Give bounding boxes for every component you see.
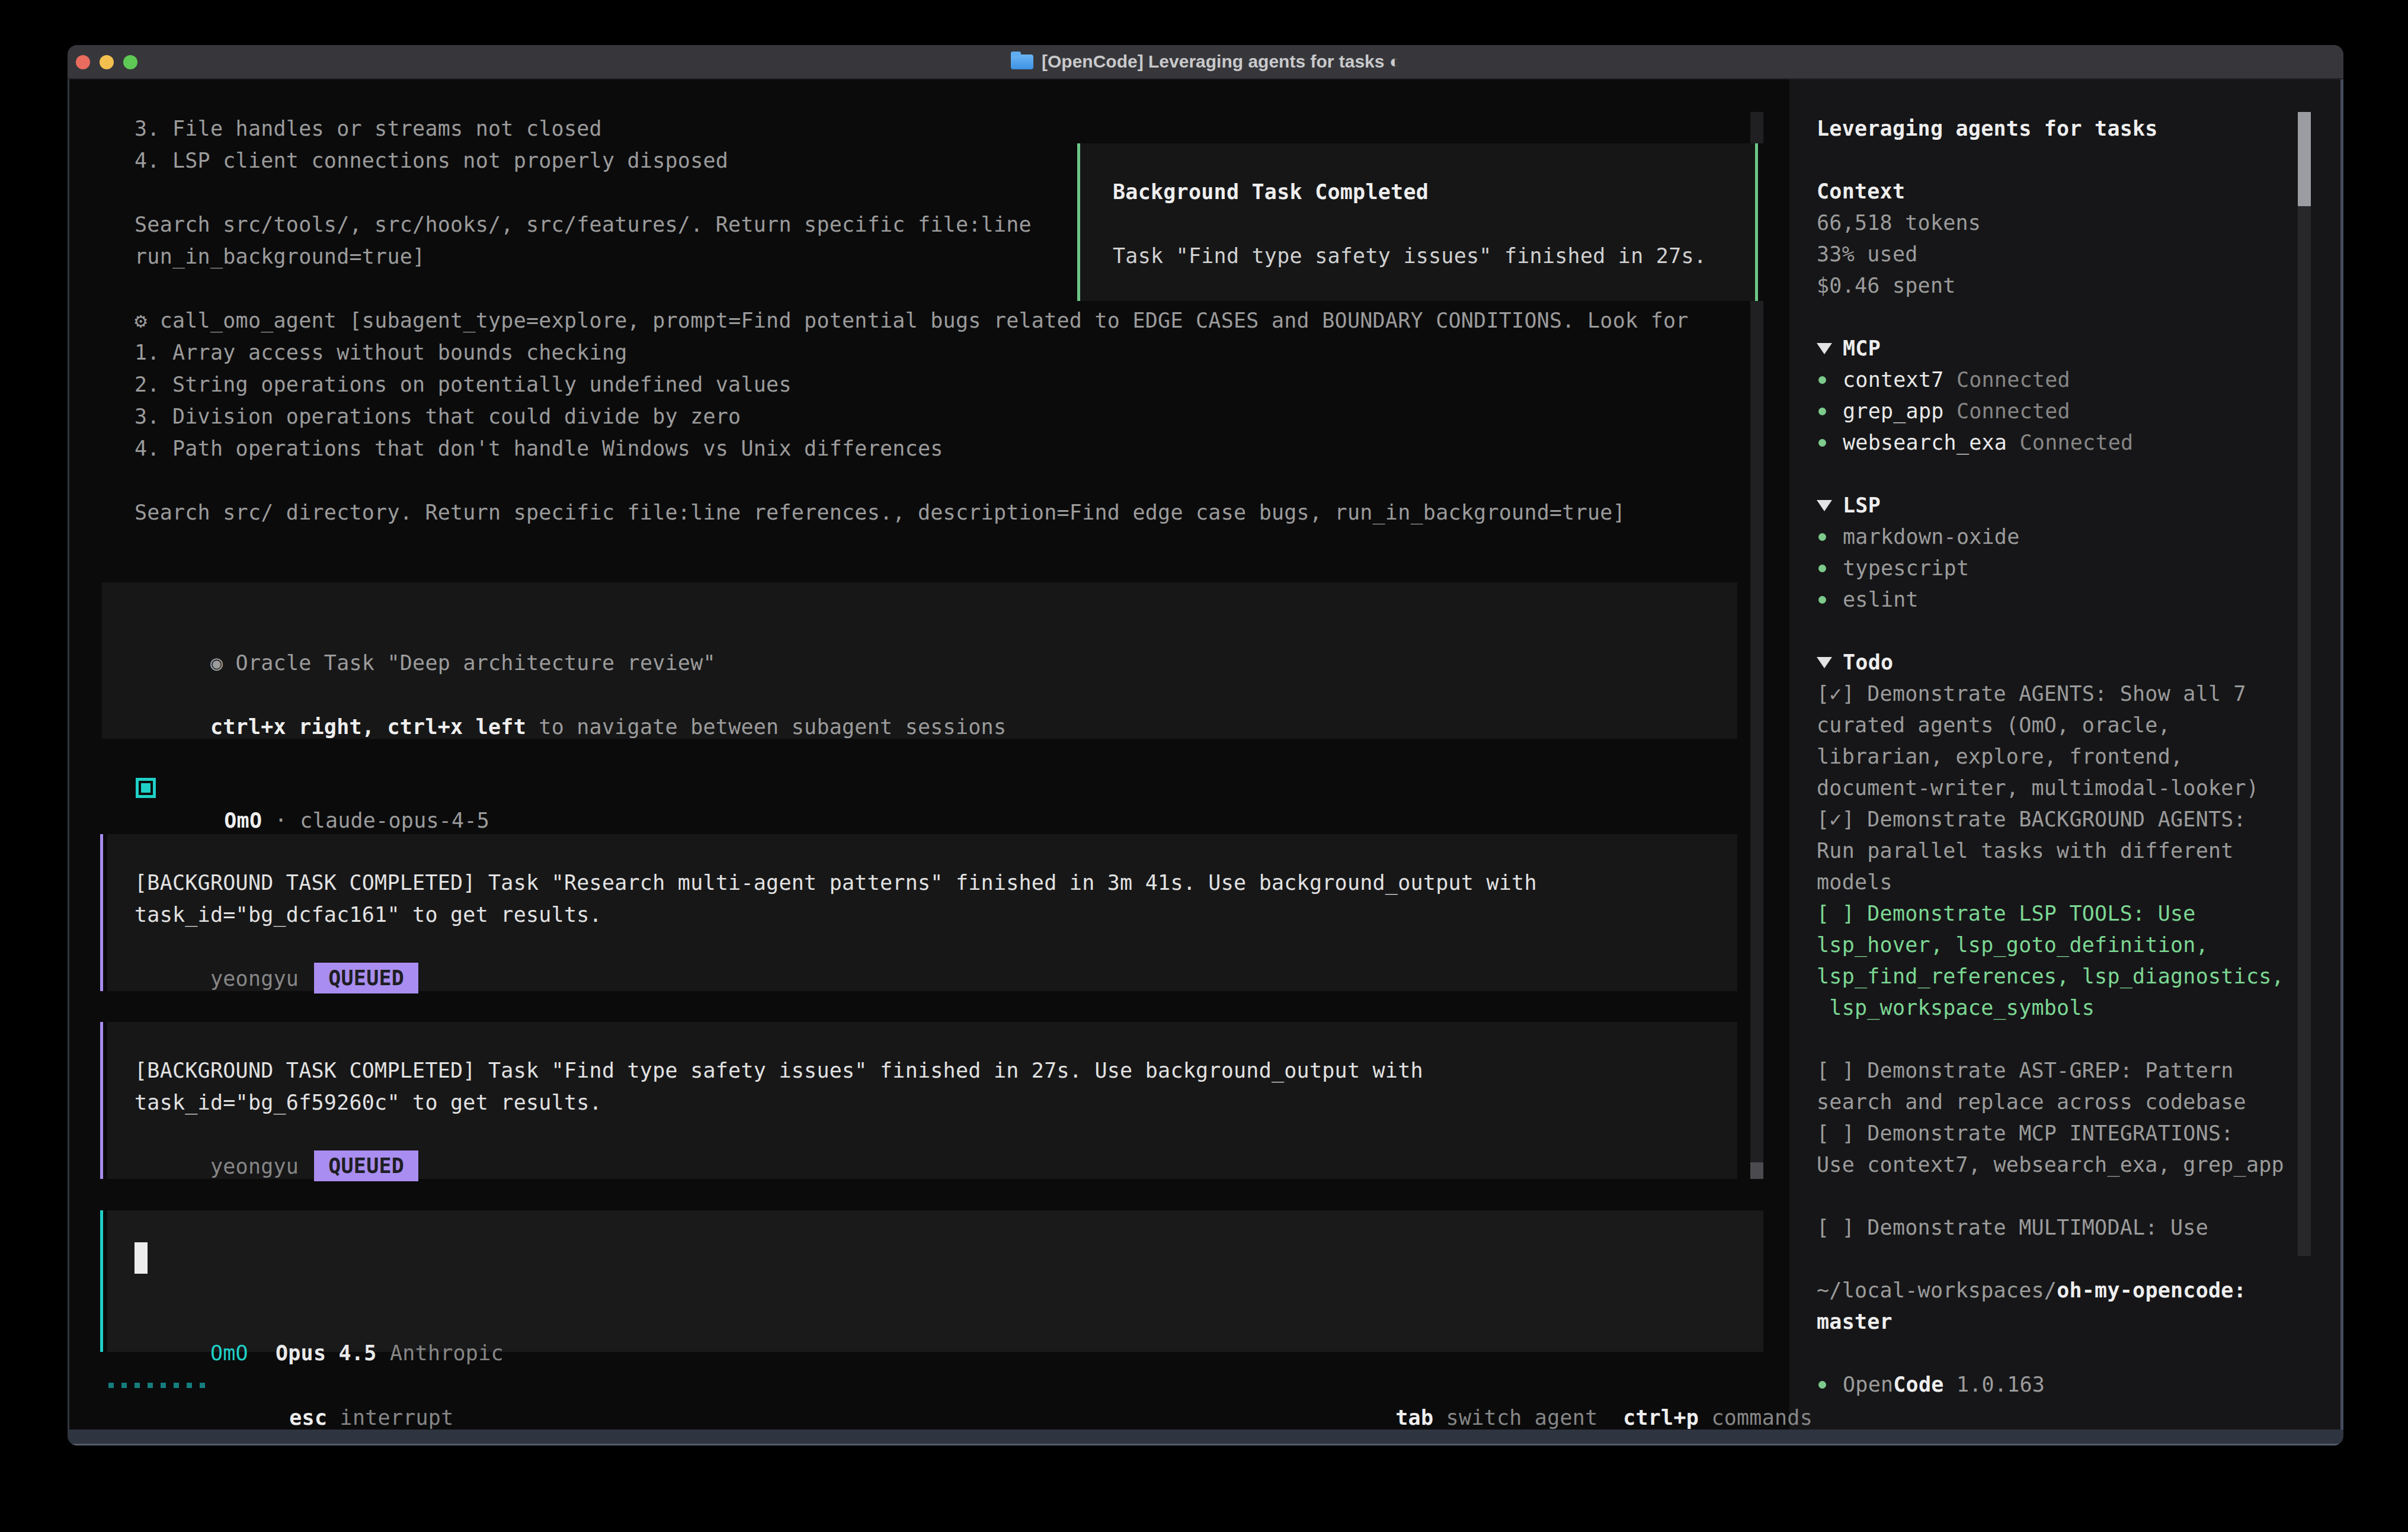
notification-toast[interactable]: Background Task Completed Task "Find typ… bbox=[1077, 143, 1758, 301]
title-bar: [OpenCode] Leveraging agents for tasks ◐ bbox=[68, 45, 2343, 79]
sidebar-row: eslint bbox=[1817, 584, 1919, 616]
sidebar-row: grep_app Connected bbox=[1817, 396, 2070, 427]
sidebar-row: search and replace across codebase bbox=[1817, 1086, 2246, 1118]
window-bottom-bar bbox=[68, 1430, 2343, 1444]
log-line: Search src/ directory. Return specific f… bbox=[135, 496, 1625, 528]
gear-icon: ⚙ bbox=[135, 309, 160, 332]
oracle-task-line: ◉ Oracle Task "Deep architecture review" bbox=[135, 615, 716, 647]
task-line1: [BACKGROUND TASK COMPLETED] Task "Find t… bbox=[135, 1055, 1423, 1086]
chevron-down-icon[interactable] bbox=[1817, 491, 1843, 523]
window-border-right bbox=[2340, 79, 2343, 1430]
log-line: Search src/tools/, src/hooks/, src/featu… bbox=[135, 209, 1032, 241]
sidebar-row: websearch_exa Connected bbox=[1817, 427, 2133, 459]
sidebar-row: [✓] Demonstrate BACKGROUND AGENTS: bbox=[1817, 804, 2246, 835]
toast-body: Task "Find type safety issues" finished … bbox=[1113, 240, 1706, 272]
input-provider-label: Anthropic bbox=[390, 1341, 504, 1365]
task-status-badge: QUEUED bbox=[314, 1150, 418, 1181]
sidebar-scrollbar-thumb[interactable] bbox=[2298, 112, 2311, 206]
log-line: ⚙ call_omo_agent [subagent_type=explore,… bbox=[135, 305, 1689, 336]
tab-key-hint: tab bbox=[1395, 1406, 1433, 1430]
sidebar-row: document-writer, multimodal-looker) bbox=[1817, 773, 2259, 804]
bullet-icon bbox=[1817, 1370, 1843, 1402]
bullet-icon bbox=[1817, 428, 1843, 460]
agent-header: OmO · claude-opus-4-5 bbox=[174, 773, 489, 805]
progress-dots bbox=[108, 1383, 227, 1388]
sidebar-row: ~/local-workspaces/oh-my-opencode: bbox=[1817, 1275, 2246, 1306]
sidebar-row: typescript bbox=[1817, 553, 1969, 584]
main-scrollbar-track-top[interactable] bbox=[1750, 112, 1763, 143]
task-accent-bar bbox=[100, 1022, 103, 1179]
log-line: 4. Path operations that don't handle Win… bbox=[135, 432, 943, 464]
sidebar-row: Context bbox=[1817, 176, 1905, 207]
prompt-input[interactable]: OmO Opus 4.5 Anthropic bbox=[107, 1210, 1763, 1352]
sidebar-row: models bbox=[1817, 867, 1893, 898]
log-line: 1. Array access without bounds checking bbox=[135, 336, 627, 368]
sidebar-row: Run parallel tasks with different bbox=[1817, 835, 2234, 867]
sidebar-row: curated agents (OmO, oracle, bbox=[1817, 710, 2170, 741]
chevron-down-icon[interactable] bbox=[1817, 648, 1843, 680]
log-line: 2. String operations on potentially unde… bbox=[135, 368, 792, 400]
task-line1: [BACKGROUND TASK COMPLETED] Task "Resear… bbox=[135, 867, 1537, 899]
bullet-icon bbox=[1817, 397, 1843, 428]
sidebar-row: 66,518 tokens bbox=[1817, 207, 1981, 239]
agent-badge-icon bbox=[136, 778, 156, 798]
task-user: yeongyu bbox=[210, 1155, 299, 1178]
task-status-badge: QUEUED bbox=[314, 963, 418, 993]
sidebar-row[interactable]: Todo bbox=[1817, 647, 1893, 678]
log-line: run_in_background=true] bbox=[135, 241, 425, 273]
bullet-icon bbox=[1817, 585, 1843, 617]
sidebar-scrollbar-track[interactable] bbox=[2298, 112, 2311, 1256]
folder-icon bbox=[1011, 55, 1033, 69]
sidebar-row: librarian, explore, frontend, bbox=[1817, 741, 2183, 773]
main-scrollbar-thumb[interactable] bbox=[1750, 1162, 1763, 1179]
background-task-message: [BACKGROUND TASK COMPLETED] Task "Find t… bbox=[107, 1022, 1737, 1179]
sidebar-row: lsp_find_references, lsp_diagnostics, bbox=[1817, 961, 2284, 992]
ctrlp-key-hint: ctrl+p bbox=[1623, 1406, 1699, 1430]
sidebar-row: [ ] Demonstrate MULTIMODAL: Use bbox=[1817, 1212, 2208, 1243]
sidebar-row: context7 Connected bbox=[1817, 364, 2070, 396]
log-line: 3. File handles or streams not closed bbox=[135, 113, 602, 145]
input-accent-bar bbox=[100, 1210, 103, 1352]
sidebar-row: master bbox=[1817, 1306, 1893, 1338]
sidebar-row[interactable]: LSP bbox=[1817, 490, 1881, 521]
task-user: yeongyu bbox=[210, 967, 299, 991]
sidebar-row: lsp_hover, lsp_goto_definition, bbox=[1817, 930, 2208, 961]
log-line: 3. Division operations that could divide… bbox=[135, 400, 741, 432]
bullet-icon bbox=[1817, 554, 1843, 585]
log-line: 4. LSP client connections not properly d… bbox=[135, 145, 728, 177]
sidebar-row[interactable]: MCP bbox=[1817, 333, 1881, 364]
sidebar-row: $0.46 spent bbox=[1817, 270, 1956, 302]
statusbar-left: esc interrupt bbox=[239, 1370, 454, 1402]
bullet-icon bbox=[1817, 523, 1843, 554]
task-line2: task_id="bg_dcfac161" to get results. bbox=[135, 899, 602, 931]
chevron-down-icon[interactable] bbox=[1817, 334, 1843, 366]
bullet-icon bbox=[1817, 366, 1843, 397]
sidebar-row: [✓] Demonstrate AGENTS: Show all 7 bbox=[1817, 678, 2246, 710]
text-cursor bbox=[135, 1242, 148, 1274]
task-line2: task_id="bg_6f59260c" to get results. bbox=[135, 1086, 602, 1118]
sidebar-row: [ ] Demonstrate AST-GREP: Pattern bbox=[1817, 1055, 2234, 1086]
sidebar-row: OpenCode 1.0.163 bbox=[1817, 1369, 2045, 1400]
sidebar-row: markdown-oxide bbox=[1817, 521, 2020, 553]
oracle-bullet-icon: ◉ bbox=[210, 651, 236, 675]
task-accent-bar bbox=[100, 834, 103, 991]
main-scrollbar-track[interactable] bbox=[1750, 301, 1763, 1179]
sidebar-row: 33% used bbox=[1817, 239, 1918, 270]
oracle-hint-line: ctrl+x right, ctrl+x left to navigate be… bbox=[135, 679, 1006, 711]
background-task-message: [BACKGROUND TASK COMPLETED] Task "Resear… bbox=[107, 834, 1737, 991]
sidebar-row: [ ] Demonstrate MCP INTEGRATIONS: bbox=[1817, 1118, 2234, 1149]
sidebar-row: lsp_workspace_symbols bbox=[1817, 992, 2095, 1024]
window-bottom-edge bbox=[68, 1444, 2343, 1446]
window-border-left bbox=[68, 79, 69, 1430]
window-title: [OpenCode] Leveraging agents for tasks ◐ bbox=[1042, 52, 1400, 72]
esc-key-hint: esc bbox=[289, 1406, 327, 1430]
toast-title: Background Task Completed bbox=[1113, 176, 1429, 208]
statusbar-right: tab switch agent ctrl+p commands bbox=[1345, 1370, 1813, 1402]
sidebar-row: Use context7, websearch_exa, grep_app bbox=[1817, 1149, 2284, 1181]
terminal-window: [OpenCode] Leveraging agents for tasks ◐… bbox=[68, 45, 2343, 1446]
sidebar-row: [ ] Demonstrate LSP TOOLS: Use bbox=[1817, 898, 2196, 930]
sidebar-row: Leveraging agents for tasks bbox=[1817, 113, 2158, 145]
oracle-task-panel: ◉ Oracle Task "Deep architecture review"… bbox=[102, 582, 1737, 739]
